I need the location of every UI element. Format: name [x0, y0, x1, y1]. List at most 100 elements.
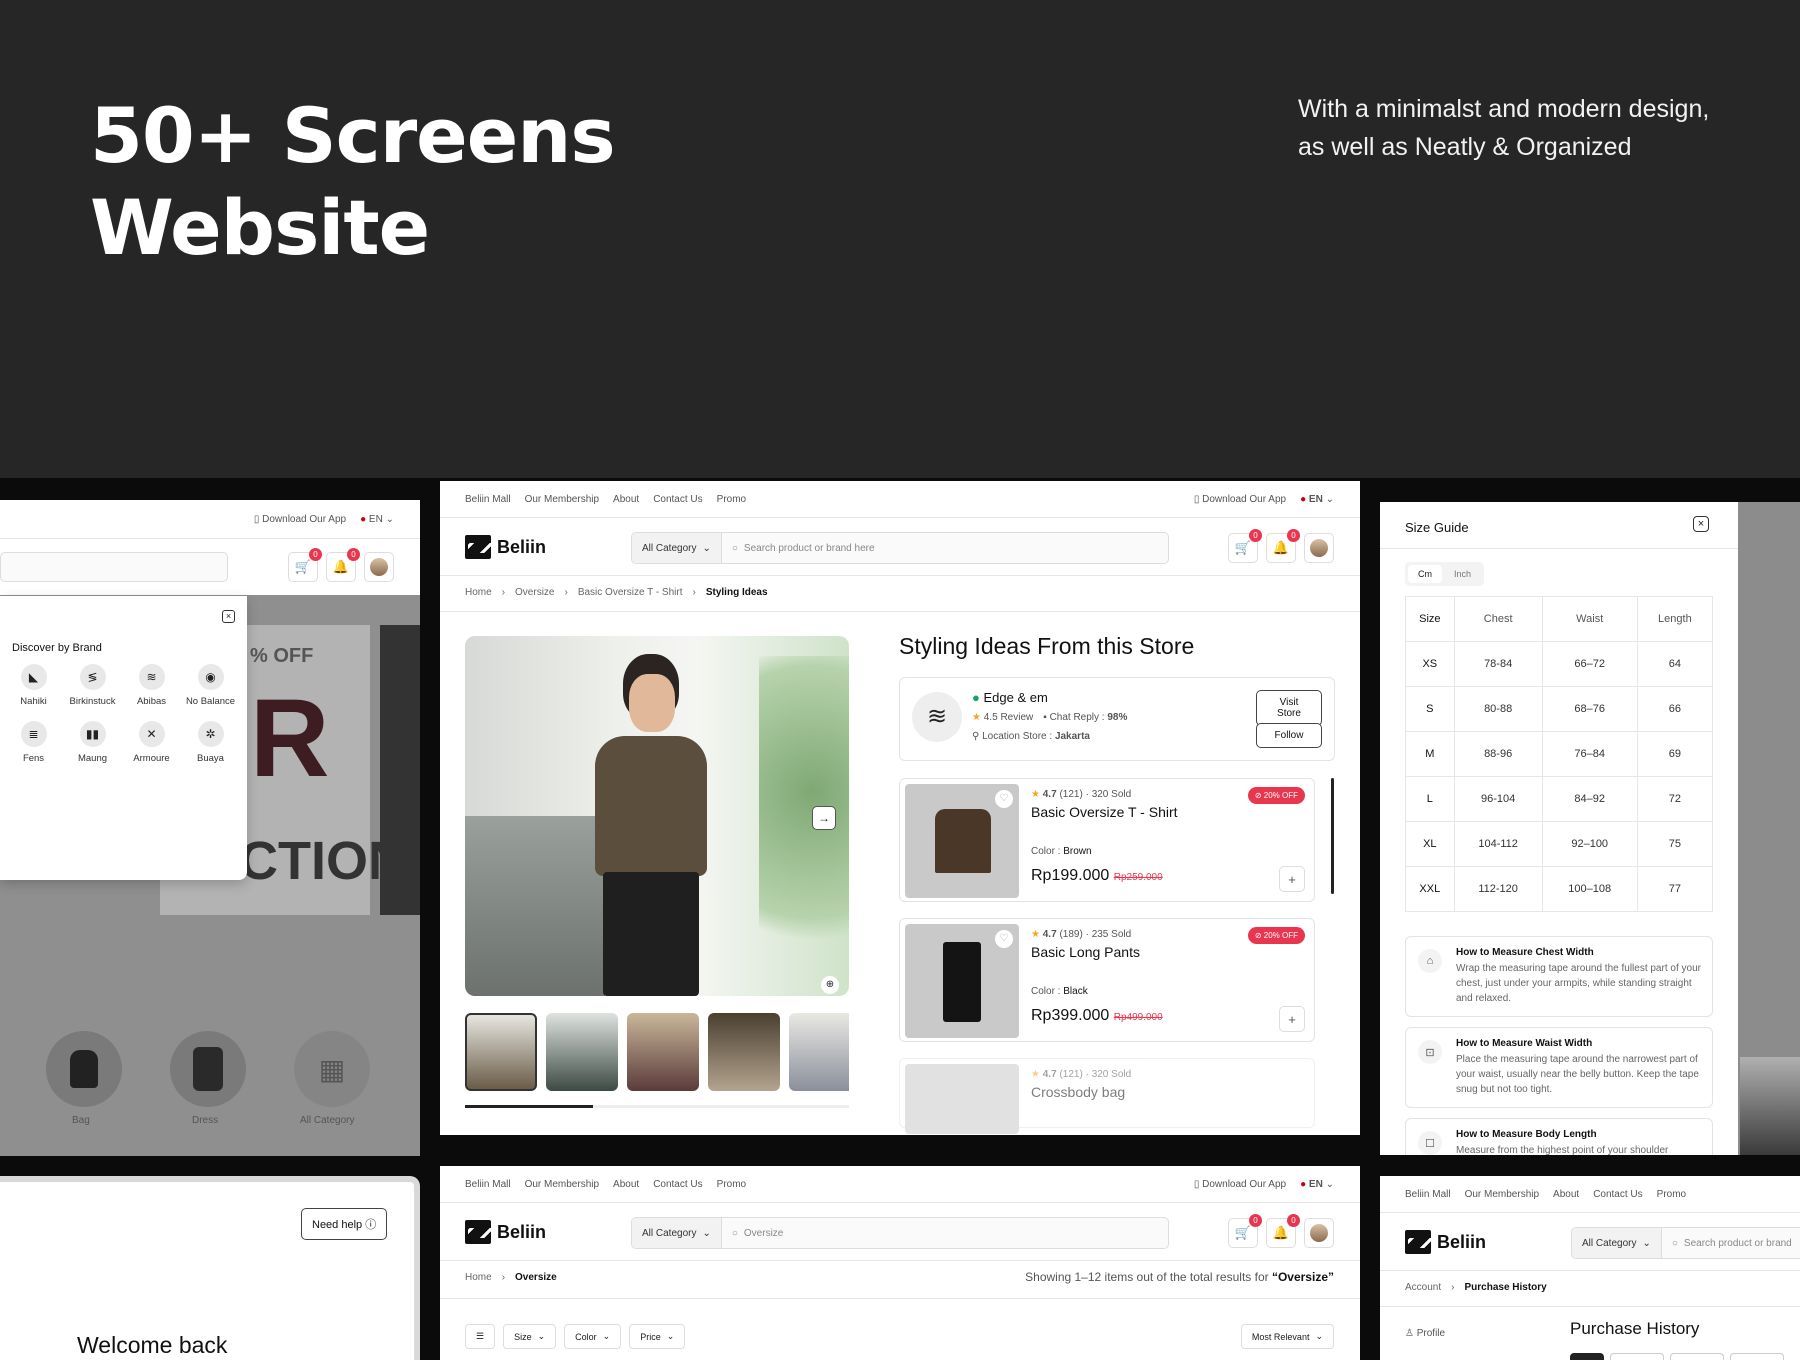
visit-store-button[interactable]: Visit Store	[1256, 690, 1322, 726]
brand-logo[interactable]: Beliin	[465, 1220, 546, 1244]
nav-link-about[interactable]: About	[613, 494, 639, 505]
need-help-button[interactable]: Need help ⓘ	[301, 1208, 388, 1240]
cart-button[interactable]: 🛒 0	[1228, 529, 1262, 563]
brand-item[interactable]: ✲ Buaya	[181, 721, 240, 764]
nav-link-about[interactable]: About	[613, 1179, 639, 1190]
cart-button[interactable]: 🛒 0	[288, 548, 322, 582]
crumb-product[interactable]: Basic Oversize T - Shirt	[578, 587, 683, 598]
profile-button[interactable]	[364, 552, 394, 582]
add-to-cart-button[interactable]: +	[1279, 866, 1305, 892]
nav-link-contact[interactable]: Contact Us	[653, 494, 702, 505]
thumbnail-1[interactable]	[465, 1013, 537, 1091]
next-image-button[interactable]: →	[812, 806, 836, 830]
nav-link-contact[interactable]: Contact Us	[653, 1179, 702, 1190]
crumb-home[interactable]: Home	[465, 587, 492, 598]
lang-select[interactable]: ● EN ⌄	[1300, 494, 1334, 505]
grid-icon: ▦	[318, 1053, 346, 1085]
category-select[interactable]: All Category ⌄	[1572, 1228, 1662, 1258]
nav-link-contact[interactable]: Contact Us	[1593, 1189, 1642, 1200]
tab[interactable]	[1730, 1353, 1784, 1360]
category-all[interactable]: ▦	[294, 1031, 370, 1107]
tab[interactable]	[1610, 1353, 1664, 1360]
nav-link-promo[interactable]: Promo	[1657, 1189, 1686, 1200]
add-to-cart-button[interactable]: +	[1279, 1006, 1305, 1032]
thumbnail-3[interactable]	[627, 1013, 699, 1091]
brand-item[interactable]: ✕ Armoure	[122, 721, 181, 764]
filter-size[interactable]: Size ⌄	[503, 1324, 557, 1349]
cart-button[interactable]: 🛒 0	[1228, 1214, 1262, 1248]
search-input[interactable]: ○ Oversize	[722, 1228, 794, 1239]
lang-select[interactable]: ● EN ⌄	[1300, 1179, 1334, 1190]
profile-button[interactable]	[1304, 533, 1334, 563]
search-input[interactable]: ○ Search product or brand	[1662, 1238, 1800, 1249]
nav-link-mall[interactable]: Beliin Mall	[1405, 1189, 1451, 1200]
download-app-link[interactable]: ▯ Download Our App	[1194, 494, 1286, 505]
category-select[interactable]: All Category ⌄	[632, 533, 722, 563]
download-app-link[interactable]: ▯ Download Our App	[254, 514, 346, 525]
nav-link-promo[interactable]: Promo	[717, 1179, 746, 1190]
brand-item[interactable]: ≣ Fens	[4, 721, 63, 764]
close-icon[interactable]: ×	[222, 610, 235, 623]
nav-link-about[interactable]: About	[1553, 1189, 1579, 1200]
brand-item[interactable]: ◣ Nahiki	[4, 664, 63, 707]
close-icon[interactable]: ×	[1693, 516, 1709, 532]
product-card[interactable]: ★ 4.7 (121) · 320 Sold Crossbody bag	[899, 1058, 1315, 1134]
size-guide-screen: Size Guide × Cm Inch Size Chest Waist Lengt…	[1380, 502, 1738, 1155]
nav-link-membership[interactable]: Our Membership	[1465, 1189, 1539, 1200]
heart-icon[interactable]: ♡	[995, 930, 1013, 948]
filter-price[interactable]: Price ⌄	[629, 1324, 686, 1349]
nav-link-mall[interactable]: Beliin Mall	[465, 1179, 511, 1190]
maung-logo-icon: ▮▮	[79, 721, 106, 747]
brand-item[interactable]: ≋ Abibas	[122, 664, 181, 707]
sort-select[interactable]: Most Relevant ⌄	[1240, 1324, 1334, 1349]
brand-item[interactable]: ◉ No Balance	[181, 664, 240, 707]
nav-link-mall[interactable]: Beliin Mall	[465, 494, 511, 505]
thumbnail-2[interactable]	[546, 1013, 618, 1091]
category-select[interactable]: All Category ⌄	[632, 1218, 722, 1248]
category-bag[interactable]	[46, 1031, 122, 1107]
nav-link-membership[interactable]: Our Membership	[525, 1179, 599, 1190]
heart-icon[interactable]: ♡	[995, 790, 1013, 808]
left-search-input[interactable]	[0, 552, 228, 582]
thumbnail-5[interactable]	[789, 1013, 849, 1091]
thumbnail-scrollbar[interactable]	[465, 1105, 849, 1108]
nav-link-promo[interactable]: Promo	[717, 494, 746, 505]
unit-cm[interactable]: Cm	[1408, 565, 1442, 583]
top-nav-links: Beliin Mall Our Membership About Contact…	[465, 494, 746, 505]
profile-button[interactable]	[1304, 1218, 1334, 1248]
category-dress[interactable]	[170, 1031, 246, 1107]
crumb-home[interactable]: Home	[465, 1272, 492, 1283]
logo-icon	[465, 1220, 496, 1244]
brand-item[interactable]: ≶ Birkinstuck	[63, 664, 122, 707]
filter-toggle-button[interactable]: ☰	[465, 1324, 496, 1349]
user-icon: ♙	[1405, 1328, 1414, 1339]
size-cell: XS	[1405, 641, 1455, 687]
notification-button[interactable]: 🔔 0	[326, 548, 360, 582]
brand-item[interactable]: ▮▮ Maung	[63, 721, 122, 764]
brand-logo[interactable]: Beliin	[1405, 1230, 1486, 1254]
thumbnail-4[interactable]	[708, 1013, 780, 1091]
product-list-scrollbar[interactable]	[1331, 778, 1334, 894]
product-card[interactable]: ♡ ★ 4.7 (189) · 235 Sold Basic Long Pant…	[899, 918, 1315, 1042]
table-row: XL 104-112 92–100 75	[1405, 821, 1714, 867]
notification-button[interactable]: 🔔 0	[1266, 1214, 1300, 1248]
tab-active[interactable]	[1570, 1353, 1604, 1360]
follow-button[interactable]: Follow	[1256, 723, 1322, 748]
waist-measure-icon: ⊡	[1418, 1040, 1442, 1064]
lang-select[interactable]: ● EN ⌄	[360, 514, 394, 525]
product-card[interactable]: ♡ ★ 4.7 (121) · 320 Sold Basic Oversize …	[899, 778, 1315, 902]
filter-color[interactable]: Color ⌄	[564, 1324, 622, 1349]
zoom-icon[interactable]: ⊕	[821, 976, 839, 994]
nav-link-membership[interactable]: Our Membership	[525, 494, 599, 505]
sidebar-item-profile[interactable]: ♙ Profile	[1405, 1328, 1445, 1339]
unit-inch[interactable]: Inch	[1444, 565, 1481, 583]
download-app-link[interactable]: ▯ Download Our App	[1194, 1179, 1286, 1190]
crumb-oversize[interactable]: Oversize	[515, 587, 554, 598]
tab[interactable]	[1670, 1353, 1724, 1360]
search-input[interactable]: ○ Search product or brand here	[722, 543, 885, 554]
bell-icon: 🔔	[332, 559, 350, 574]
store-name[interactable]: Edge & em	[983, 690, 1047, 705]
crumb-account[interactable]: Account	[1405, 1282, 1441, 1293]
notification-button[interactable]: 🔔 0	[1266, 529, 1300, 563]
brand-logo[interactable]: Beliin	[465, 535, 546, 559]
